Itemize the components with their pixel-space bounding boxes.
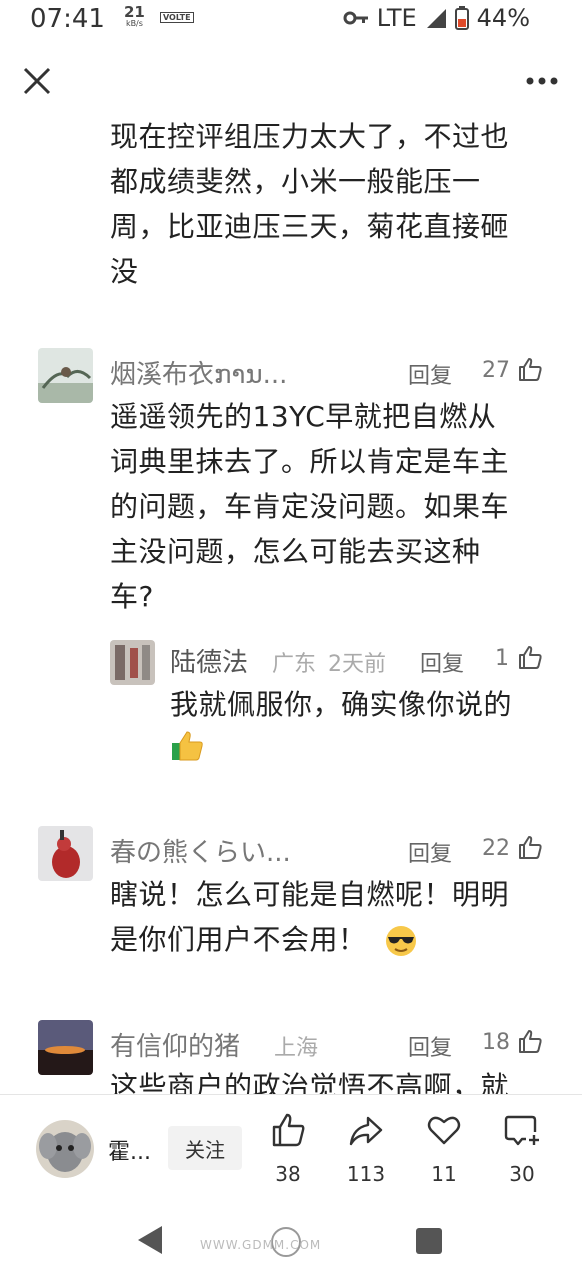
thumbs-up-icon (272, 1113, 305, 1147)
status-time: 07:41 (30, 4, 105, 34)
key-icon (343, 10, 369, 26)
speed-unit: kB/s (125, 19, 143, 28)
author-avatar[interactable] (36, 1120, 94, 1178)
share-action-button[interactable]: 113 (331, 1112, 401, 1186)
speed-value: 21 (124, 3, 145, 21)
battery-icon (454, 6, 469, 30)
comment-text-clipped: 这些商户的政治觉悟不高啊，就 (110, 1068, 560, 1094)
thumbs-up-emoji-icon (172, 731, 203, 761)
avatar[interactable] (38, 348, 93, 403)
signal-icon (425, 7, 447, 29)
thumbs-up-icon[interactable] (517, 644, 543, 670)
reply-text: 我就佩服你，确实像你说的 (170, 688, 513, 721)
reply-button[interactable]: 回复 (420, 646, 464, 678)
commenter-name[interactable]: 有信仰的猪 (110, 1026, 240, 1063)
like-count: 22 (482, 836, 510, 861)
avatar[interactable] (38, 1020, 93, 1075)
network-type: LTE (376, 4, 417, 32)
status-indicators: LTE 44% (343, 4, 530, 32)
comment-text: 瞎说！怎么可能是自燃呢！明明 是你们用户不会用！ (110, 872, 560, 962)
like-count: 1 (495, 646, 509, 671)
thumbs-up-icon[interactable] (517, 834, 543, 860)
text-line: 主没问题，怎么可能去买这种 (110, 535, 481, 568)
more-icon (526, 77, 558, 85)
watermark: WWW.GDMM.COM (200, 1238, 322, 1252)
text-line: 遥遥领先的13YC早就把自燃从 (110, 400, 497, 433)
text-line: 都成绩斐然，小米一般能压一 (110, 165, 481, 198)
comment-text-continued: 现在控评组压力太大了，不过也 都成绩斐然，小米一般能压一 周，比亚迪压三天，菊花… (110, 114, 560, 294)
comment-action-button[interactable]: 30 (487, 1112, 557, 1186)
comment-text: 遥遥领先的13YC早就把自燃从 词典里抹去了。所以肯定是车主 的问题，车肯定没问… (110, 394, 560, 619)
close-button[interactable] (18, 62, 56, 100)
like-action-button[interactable]: 38 (253, 1112, 323, 1186)
text-line: 瞎说！怎么可能是自燃呢！明明 (110, 878, 510, 911)
thumbs-up-icon[interactable] (517, 356, 543, 382)
heart-icon (427, 1116, 461, 1145)
volte-badge: VOLTE (160, 12, 194, 23)
commenter-name[interactable]: 烟溪布衣ການ... (110, 354, 310, 391)
text-line: 周，比亚迪压三天，菊花直接砸 (110, 210, 510, 243)
text-line: 现在控评组压力太大了，不过也 (110, 120, 510, 153)
reply-button[interactable]: 回复 (408, 358, 452, 390)
favorite-action-button[interactable]: 11 (409, 1112, 479, 1186)
avatar[interactable] (38, 826, 93, 881)
like-count: 18 (482, 1030, 510, 1055)
share-arrow-icon (349, 1116, 383, 1146)
share-count: 113 (346, 1162, 386, 1186)
like-count: 27 (482, 358, 510, 383)
reply-author-name[interactable]: 陆德法 (170, 642, 248, 679)
text-line: 没 (110, 255, 139, 288)
avatar[interactable] (110, 640, 155, 685)
cool-face-emoji-icon (386, 926, 416, 956)
commenter-name[interactable]: 春の熊くらい... (110, 832, 320, 869)
comment-count: 30 (509, 1162, 535, 1186)
text-line: 的问题，车肯定没问题。如果车 (110, 490, 510, 523)
text-line: 这些商户的政治觉悟不高啊，就 (110, 1070, 510, 1094)
back-triangle-icon[interactable] (134, 1220, 166, 1260)
favorite-count: 11 (431, 1162, 457, 1186)
network-speed: 21 kB/s (124, 3, 145, 30)
recents-square-icon[interactable] (414, 1226, 444, 1256)
add-comment-icon (504, 1115, 539, 1146)
bottom-bar-divider (0, 1094, 582, 1095)
text-line: 词典里抹去了。所以肯定是车主 (110, 445, 510, 478)
like-count: 38 (275, 1162, 301, 1186)
author-name[interactable]: 霍... (108, 1134, 151, 1166)
thumbs-up-icon[interactable] (517, 1028, 543, 1054)
more-options-button[interactable] (522, 64, 562, 98)
text-line: 车? (110, 580, 154, 613)
battery-level: 44% (476, 4, 530, 32)
reply-time: 2天前 (328, 652, 386, 677)
reply-button[interactable]: 回复 (408, 1030, 452, 1062)
close-icon (23, 67, 51, 95)
follow-button[interactable]: 关注 (168, 1126, 242, 1170)
reply-location: 广东 (272, 652, 317, 677)
commenter-location: 上海 (274, 1036, 319, 1061)
reply-button[interactable]: 回复 (408, 836, 452, 868)
text-line: 是你们用户不会用！ (110, 923, 367, 956)
